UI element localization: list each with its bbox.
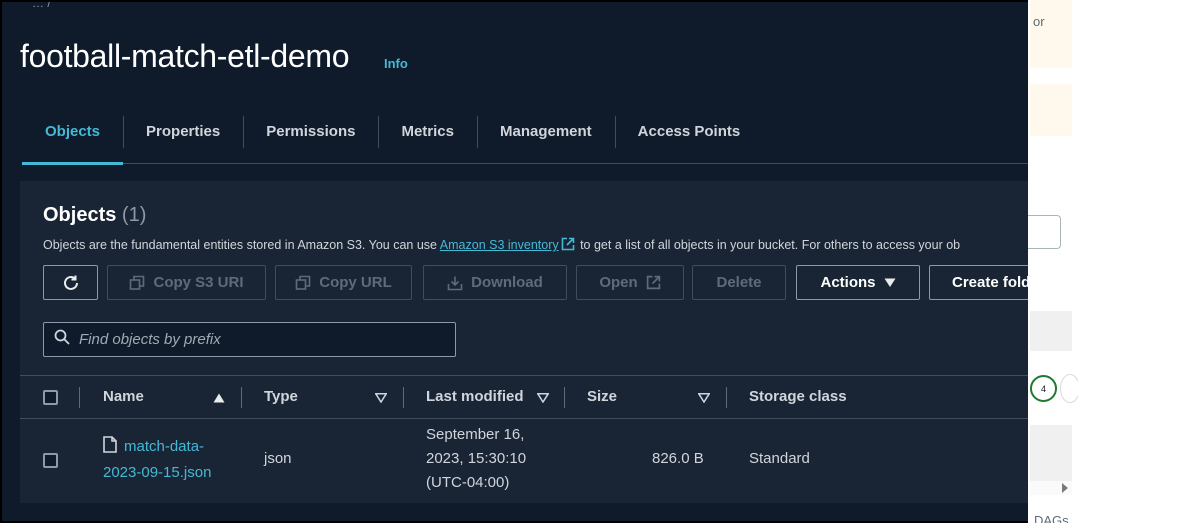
row-checkbox[interactable] bbox=[43, 453, 58, 468]
object-last-modified: September 16, 2023, 15:30:10 (UTC-04:00) bbox=[426, 423, 526, 495]
s3-console-pane: … / football-match-etl-demo Info Objects… bbox=[0, 0, 1028, 523]
object-link-continued[interactable]: 2023-09-15.json bbox=[103, 464, 211, 481]
tab-management[interactable]: Management bbox=[476, 114, 615, 164]
tab-permissions[interactable]: Permissions bbox=[243, 114, 378, 164]
page-title: football-match-etl-demo bbox=[20, 38, 350, 74]
copy-s3-uri-button[interactable]: Copy S3 URI bbox=[107, 265, 266, 300]
open-button[interactable]: Open bbox=[576, 265, 684, 300]
copy-s3-uri-label: Copy S3 URI bbox=[153, 274, 244, 291]
create-folder-button[interactable]: Create fold bbox=[929, 265, 1028, 300]
actions-dropdown[interactable]: Actions bbox=[796, 265, 920, 300]
delete-label: Delete bbox=[716, 274, 762, 291]
dags-label: DAGs bbox=[1034, 513, 1069, 523]
column-size[interactable]: Size bbox=[587, 376, 617, 418]
objects-heading-label: Objects bbox=[43, 204, 117, 226]
bucket-tabs: Objects Properties Permissions Metrics M… bbox=[22, 114, 1028, 165]
download-icon bbox=[447, 275, 463, 291]
object-size: 826.0 B bbox=[652, 450, 704, 467]
modified-time: 2023, 15:30:10 bbox=[426, 450, 527, 467]
tab-objects[interactable]: Objects bbox=[22, 114, 124, 165]
horizontal-scrollbar[interactable] bbox=[1030, 481, 1072, 495]
actions-label: Actions bbox=[820, 274, 876, 291]
table-cell bbox=[1030, 425, 1072, 481]
description-text-continued: to get a list of all objects in your buc… bbox=[576, 238, 961, 252]
status-circle-icon[interactable] bbox=[1060, 374, 1078, 403]
column-divider[interactable] bbox=[726, 387, 727, 408]
objects-count: (1) bbox=[121, 204, 147, 226]
alert-box bbox=[1030, 84, 1072, 136]
info-link[interactable]: Info bbox=[384, 56, 408, 71]
tab-access-points[interactable]: Access Points bbox=[614, 114, 764, 164]
object-name-cell: match-data- 2023-09-15.json bbox=[103, 435, 211, 485]
modified-timezone: (UTC-04:00) bbox=[426, 474, 510, 491]
copy-url-label: Copy URL bbox=[319, 274, 392, 291]
status-circle-icon[interactable]: 4 bbox=[1030, 375, 1057, 402]
refresh-icon bbox=[62, 274, 80, 292]
search-icon bbox=[54, 329, 70, 350]
text-input[interactable] bbox=[1028, 215, 1061, 249]
column-type[interactable]: Type bbox=[264, 376, 298, 418]
alert-text-fragment: or bbox=[1033, 14, 1045, 29]
table-header: Name Type Last modified Size Storage cla… bbox=[20, 375, 1028, 419]
caret-down-icon bbox=[884, 278, 896, 288]
object-type: json bbox=[264, 450, 292, 467]
delete-button[interactable]: Delete bbox=[692, 265, 786, 300]
create-folder-label: Create fold bbox=[952, 274, 1028, 291]
object-link[interactable]: match-data- bbox=[124, 438, 204, 455]
column-last-modified[interactable]: Last modified bbox=[426, 376, 524, 418]
background-window: or 4 DAGs bbox=[1028, 0, 1078, 523]
copy-icon bbox=[129, 275, 145, 291]
external-link-icon[interactable] bbox=[561, 237, 575, 254]
copy-url-button[interactable]: Copy URL bbox=[275, 265, 412, 300]
description-text: Objects are the fundamental entities sto… bbox=[43, 238, 440, 252]
column-divider[interactable] bbox=[241, 387, 242, 408]
search-input[interactable] bbox=[79, 331, 439, 348]
alert-box: or bbox=[1030, 0, 1072, 68]
table-row: match-data- 2023-09-15.json json Septemb… bbox=[20, 419, 1028, 502]
scroll-right-icon[interactable] bbox=[1062, 483, 1068, 493]
tab-metrics[interactable]: Metrics bbox=[378, 114, 477, 164]
select-all-checkbox[interactable] bbox=[43, 390, 58, 405]
sort-ascending-icon[interactable] bbox=[213, 390, 225, 408]
column-divider[interactable] bbox=[403, 387, 404, 408]
breadcrumb[interactable]: … / bbox=[32, 2, 51, 10]
table-header-strip bbox=[1030, 311, 1072, 351]
download-button[interactable]: Download bbox=[423, 265, 567, 300]
column-divider[interactable] bbox=[79, 387, 80, 408]
objects-heading: Objects (1) bbox=[43, 204, 146, 227]
inventory-link[interactable]: Amazon S3 inventory bbox=[440, 238, 559, 252]
column-divider[interactable] bbox=[564, 387, 565, 408]
column-name[interactable]: Name bbox=[103, 376, 144, 418]
external-link-icon bbox=[646, 275, 661, 290]
download-label: Download bbox=[471, 274, 543, 291]
objects-description: Objects are the fundamental entities sto… bbox=[43, 237, 960, 254]
modified-date: September 16, bbox=[426, 426, 525, 443]
sort-toggle-icon[interactable] bbox=[536, 390, 550, 408]
sort-toggle-icon[interactable] bbox=[374, 390, 388, 408]
column-storage-class[interactable]: Storage class bbox=[749, 376, 847, 418]
object-storage-class: Standard bbox=[749, 450, 810, 467]
search-field[interactable] bbox=[43, 322, 456, 357]
refresh-button[interactable] bbox=[43, 265, 98, 300]
open-label: Open bbox=[599, 274, 638, 291]
objects-panel: Objects (1) Objects are the fundamental … bbox=[20, 181, 1028, 503]
copy-icon bbox=[295, 275, 311, 291]
file-icon bbox=[103, 436, 117, 461]
tab-properties[interactable]: Properties bbox=[123, 114, 243, 164]
sort-toggle-icon[interactable] bbox=[697, 390, 711, 408]
